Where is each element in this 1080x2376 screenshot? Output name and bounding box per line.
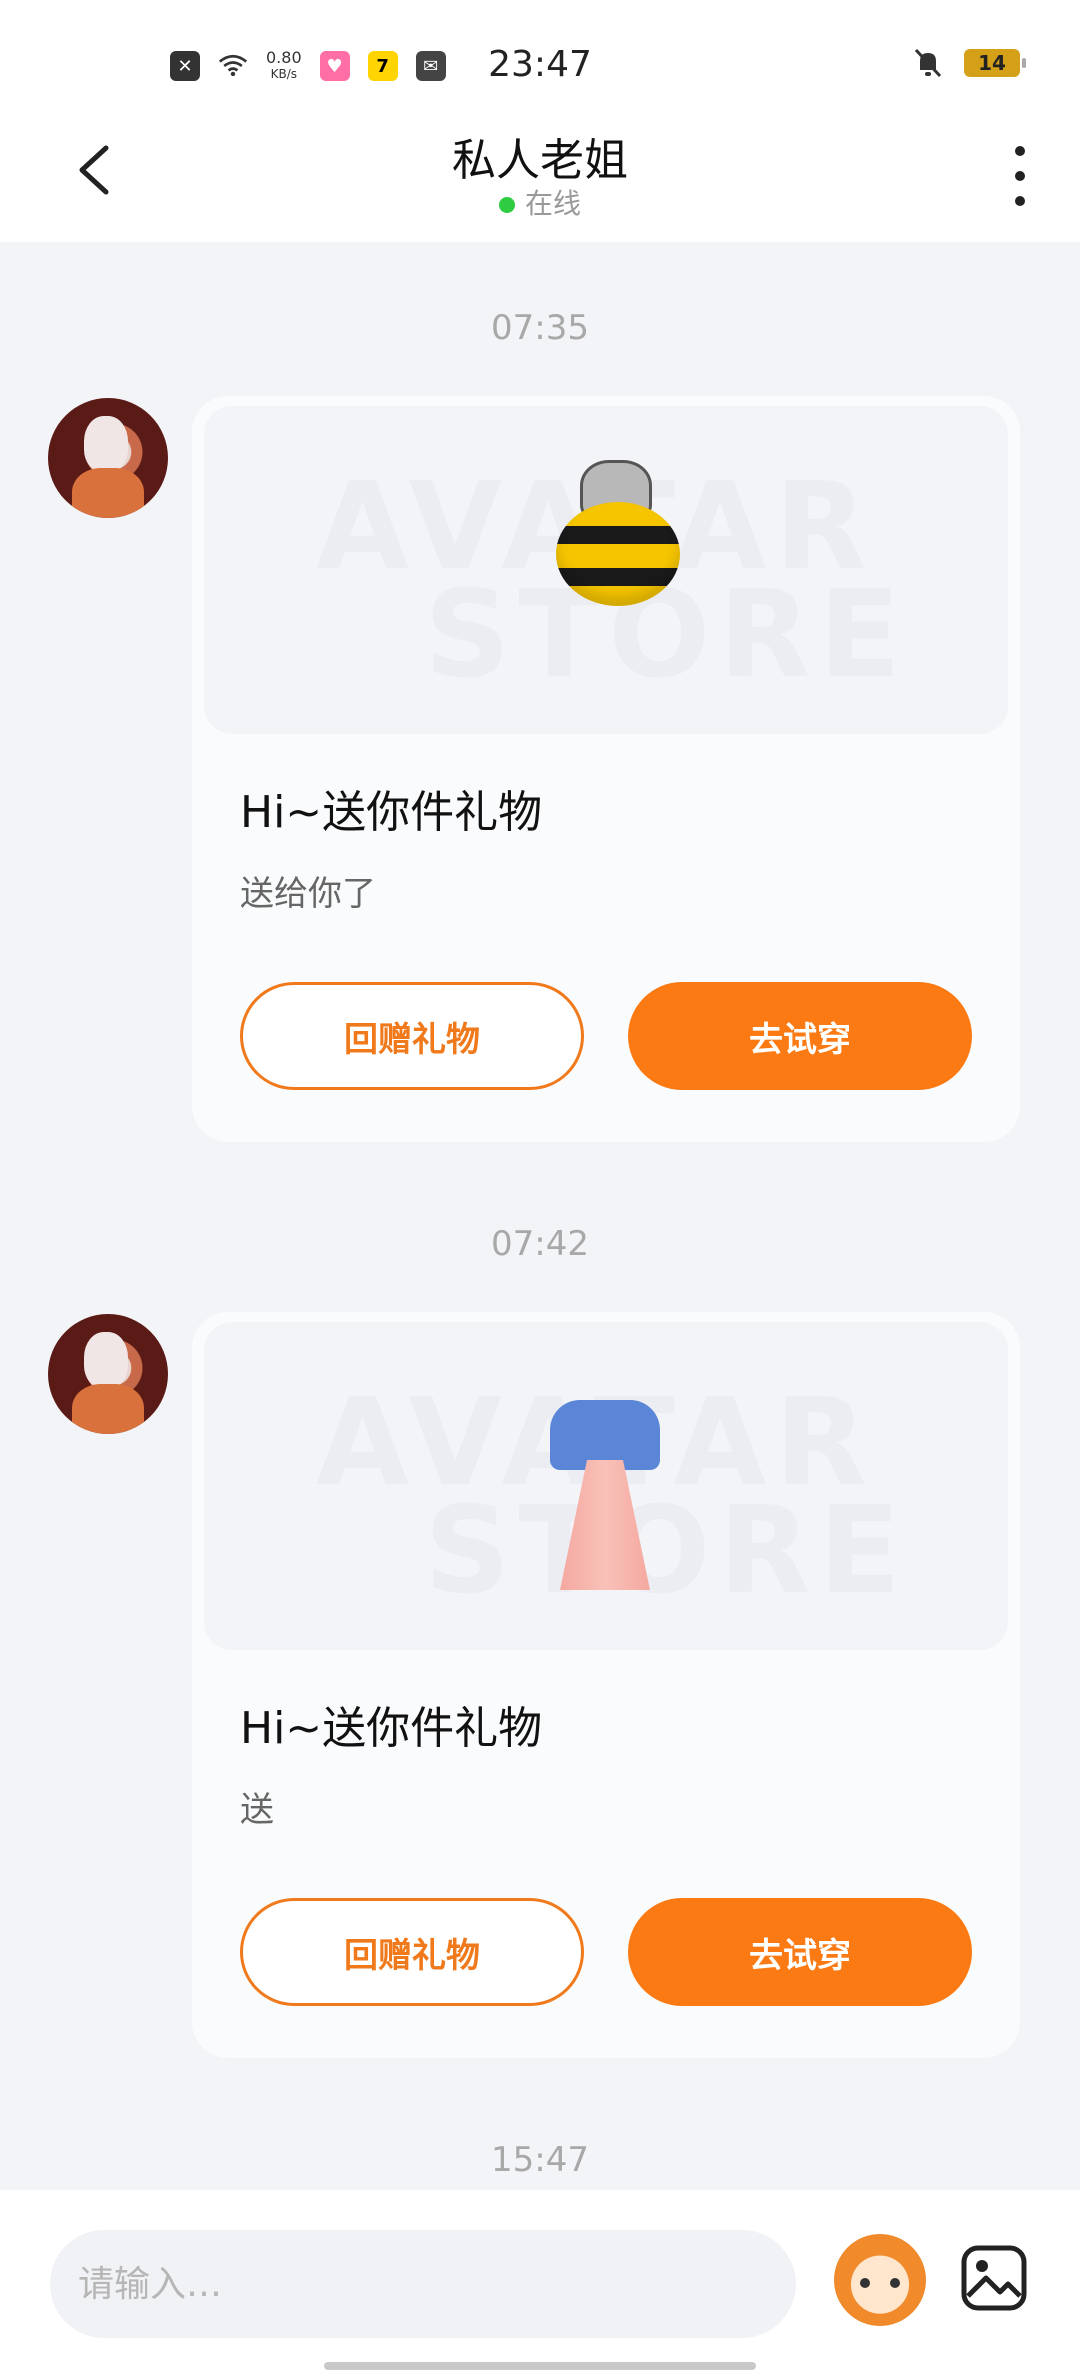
sticker-mascot-button[interactable] [834, 2234, 926, 2326]
home-indicator[interactable] [324, 2362, 756, 2370]
more-dot-icon [1015, 196, 1025, 206]
online-status-label: 在线 [524, 187, 581, 220]
return-gift-button[interactable]: 回赠礼物 [240, 1898, 584, 2006]
return-gift-button[interactable]: 回赠礼物 [240, 982, 584, 1090]
more-dot-icon [1015, 171, 1025, 181]
battery-level: 14 [978, 51, 1006, 75]
chat-header: 私人老姐 在线 [0, 100, 1080, 242]
status-icons-right: 14 [914, 48, 1026, 78]
message-timestamp: 07:42 [491, 1224, 589, 1264]
more-options-button[interactable] [1000, 146, 1040, 206]
gift-bee-body-icon [556, 502, 680, 606]
gift-message: 送给你了 [240, 874, 376, 914]
gift-card: AVATAR STORE Hi~送你件礼物 送给你了 回赠礼物 去试穿 [192, 396, 1020, 1142]
avatar[interactable] [48, 1314, 168, 1434]
input-bar [0, 2190, 1080, 2376]
image-picker-button[interactable] [958, 2242, 1030, 2314]
message-timestamp: 15:47 [491, 2140, 589, 2180]
image-icon [961, 2245, 1027, 2311]
gift-message: 送 [240, 1790, 274, 1830]
try-on-button[interactable]: 去试穿 [628, 1898, 972, 2006]
more-dot-icon [1015, 146, 1025, 156]
message-input[interactable] [50, 2230, 796, 2338]
mute-bell-icon [914, 48, 942, 78]
avatar[interactable] [48, 398, 168, 518]
online-dot-icon [498, 197, 515, 213]
gift-image: AVATAR STORE [204, 406, 1008, 734]
watermark-store: STORE [424, 1482, 909, 1621]
try-on-button[interactable]: 去试穿 [628, 982, 972, 1090]
gift-card: AVATAR STORE Hi~送你件礼物 送 回赠礼物 去试穿 [192, 1312, 1020, 2058]
chat-title: 私人老姐 [452, 135, 628, 186]
gift-title: Hi~送你件礼物 [240, 787, 543, 838]
gift-dress-top-icon [550, 1400, 660, 1470]
message-timestamp: 07:35 [491, 308, 589, 348]
battery-icon: 14 [964, 49, 1026, 77]
watermark-store: STORE [424, 566, 909, 705]
gift-image: AVATAR STORE [204, 1322, 1008, 1650]
online-status: 在线 [0, 182, 1080, 222]
chat-area[interactable]: 07:35 AVATAR STORE Hi~送你件礼物 送给你了 回赠礼物 去试… [0, 242, 1080, 2190]
gift-title: Hi~送你件礼物 [240, 1703, 543, 1754]
